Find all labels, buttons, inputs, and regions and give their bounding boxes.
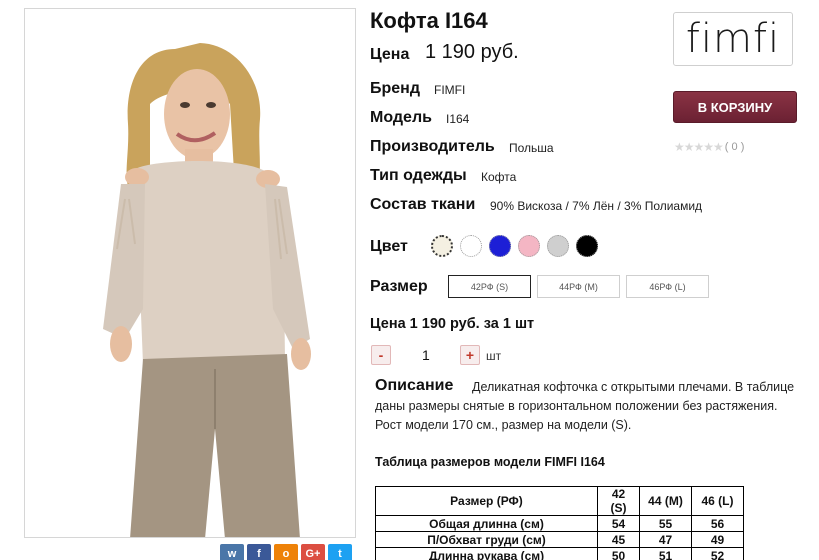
vk-icon[interactable]: w	[220, 544, 244, 560]
share-buttons: w f о G+ t	[220, 544, 352, 560]
color-swatch-blue[interactable]	[489, 235, 511, 257]
table-cell: Длинна рукава (см)	[375, 547, 598, 560]
table-cell: 56	[691, 515, 744, 532]
table-cell: 50	[597, 547, 640, 560]
attr-value-manufacturer: Польша	[509, 141, 554, 155]
model-photo-illustration	[25, 9, 355, 537]
color-swatch-pink[interactable]	[518, 235, 540, 257]
table-cell: 52	[691, 547, 744, 560]
attr-label-fabric: Состав ткани	[370, 196, 476, 213]
color-label: Цвет	[370, 238, 408, 255]
attr-label-brand: Бренд	[370, 80, 420, 97]
quantity-input[interactable]: 1	[422, 347, 430, 363]
attr-value-model: I164	[446, 112, 470, 126]
table-cell: 45	[597, 531, 640, 548]
table-cell: 51	[639, 547, 692, 560]
size-table-header-cell: Размер (РФ)	[375, 486, 598, 516]
size-table-header-cell: 44 (M)	[639, 486, 692, 516]
table-cell: Общая длинна (см)	[375, 515, 598, 532]
color-swatch-ecru[interactable]	[431, 235, 453, 257]
price-label: Цена	[370, 46, 410, 63]
attr-value-fabric: 90% Вискоза / 7% Лён / 3% Полиамид	[490, 199, 703, 213]
color-swatches	[431, 235, 598, 257]
quantity-increase-button[interactable]: +	[460, 345, 480, 365]
color-swatch-white[interactable]	[460, 235, 482, 257]
size-option-button[interactable]: 44РФ (M)	[537, 275, 620, 298]
color-swatch-grey[interactable]	[547, 235, 569, 257]
size-table-title: Таблица размеров модели FIMFI I164	[375, 455, 605, 469]
size-option-button[interactable]: 42РФ (S)	[448, 275, 531, 298]
table-cell: 49	[691, 531, 744, 548]
attr-label-clothing-type: Тип одежды	[370, 167, 467, 184]
description-text: Деликатная кофточка с открытыми плечами.…	[375, 380, 795, 432]
price-value: 1 190 руб.	[425, 41, 519, 63]
size-table: Размер (РФ) 42 (S) 44 (M) 46 (L) Общая д…	[375, 486, 744, 560]
twitter-icon[interactable]: t	[328, 544, 352, 560]
rating-stars-icon[interactable]: ★★★★★	[674, 140, 724, 154]
size-table-header-row: Размер (РФ) 42 (S) 44 (M) 46 (L)	[375, 486, 744, 516]
attr-value-brand: FIMFI	[434, 83, 466, 97]
table-cell: П/Обхват груди (см)	[375, 531, 598, 548]
quantity-unit: шт	[486, 349, 502, 363]
google-plus-icon[interactable]: G+	[301, 544, 325, 560]
rating-count: ( 0 )	[724, 141, 745, 153]
table-cell: 54	[597, 515, 640, 532]
attr-label-model: Модель	[370, 109, 432, 126]
size-table-header-cell: 46 (L)	[691, 486, 744, 516]
color-swatch-black[interactable]	[576, 235, 598, 257]
unit-price-line: Цена 1 190 руб. за 1 шт	[370, 316, 535, 332]
brand-logo[interactable]: fimfi	[673, 12, 793, 66]
table-row: П/Обхват груди (см) 45 47 49	[375, 531, 744, 548]
table-row: Длинна рукава (см) 50 51 52	[375, 547, 744, 560]
brand-logo-text: fimfi	[685, 16, 781, 62]
product-title: Кофта I164	[370, 8, 488, 33]
attr-value-clothing-type: Кофта	[481, 170, 517, 184]
product-photo[interactable]	[24, 8, 356, 538]
size-label: Размер	[370, 278, 428, 295]
size-options: 42РФ (S) 44РФ (M) 46РФ (L)	[448, 275, 709, 298]
table-row: Общая длинна (см) 54 55 56	[375, 515, 744, 532]
size-option-button[interactable]: 46РФ (L)	[626, 275, 709, 298]
size-table-header-cell: 42 (S)	[597, 486, 640, 516]
quantity-decrease-button[interactable]: -	[371, 345, 391, 365]
attr-label-manufacturer: Производитель	[370, 138, 495, 155]
odnoklassniki-icon[interactable]: о	[274, 544, 298, 560]
facebook-icon[interactable]: f	[247, 544, 271, 560]
rating[interactable]: ★★★★★ ( 0 )	[674, 140, 744, 154]
add-to-cart-button[interactable]: В КОРЗИНУ	[673, 91, 797, 123]
table-cell: 55	[639, 515, 692, 532]
table-cell: 47	[639, 531, 692, 548]
